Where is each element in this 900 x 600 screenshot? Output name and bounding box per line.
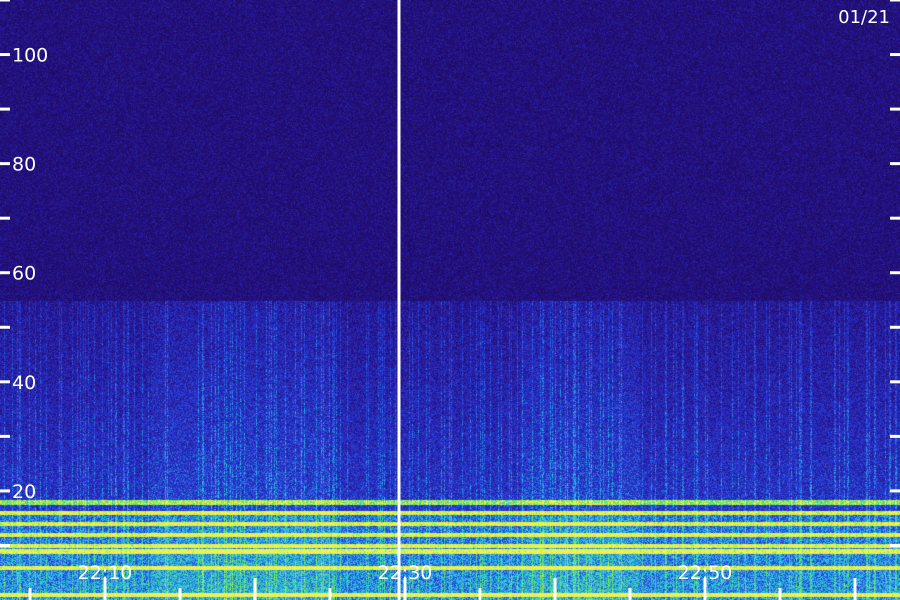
spectrogram-overlay: 20 40 60 80 100 22:10 22:30 22:50 01/21 (0, 0, 900, 600)
x-tick-label: 22:10 (78, 562, 133, 584)
x-tick-label: 22:50 (678, 562, 733, 584)
date-label: 01/21 (838, 7, 890, 28)
y-tick-label: 20 (12, 481, 36, 503)
y-tick-label: 100 (12, 45, 48, 67)
y-tick-label: 40 (12, 372, 36, 394)
y-tick-label: 60 (12, 263, 36, 285)
y-tick-label: 80 (12, 154, 36, 176)
spectrogram-panel: 20 40 60 80 100 22:10 22:30 22:50 01/21 (0, 0, 900, 600)
x-tick-label: 22:30 (378, 562, 433, 584)
